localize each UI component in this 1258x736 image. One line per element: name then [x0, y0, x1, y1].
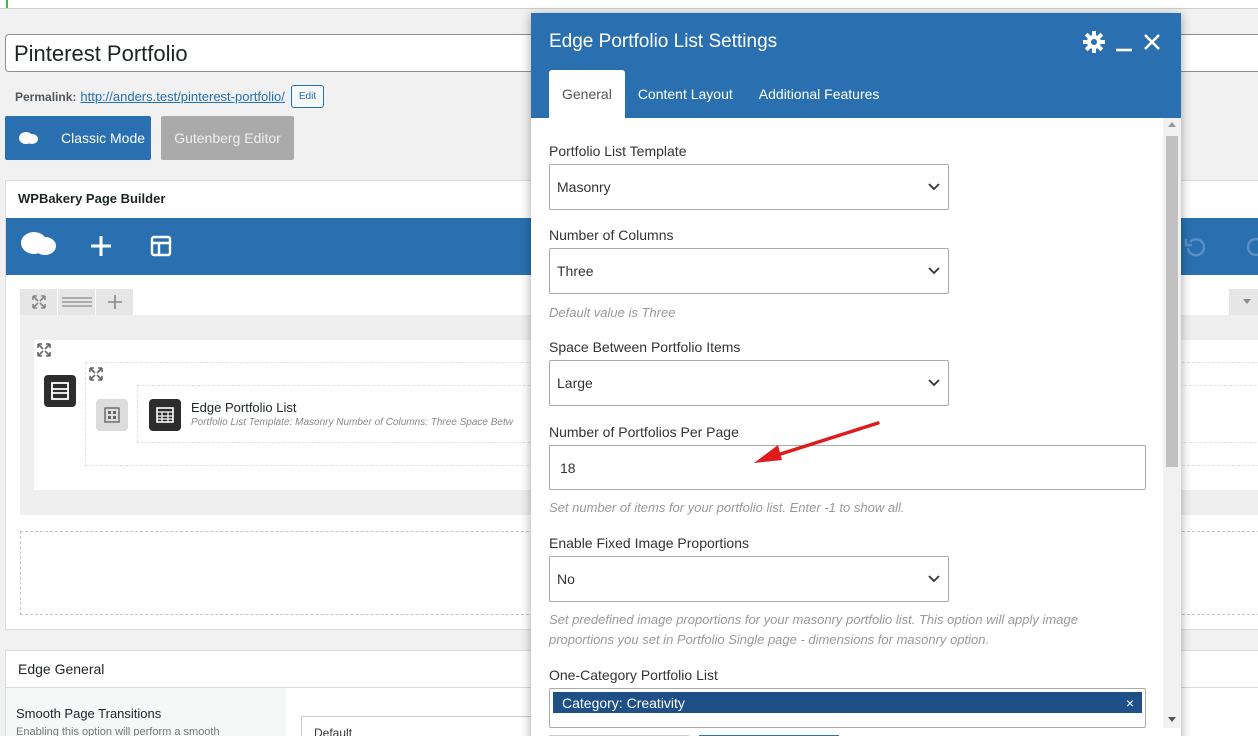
columns-help: Default value is Three [549, 305, 676, 320]
row-drag-icon[interactable] [58, 289, 96, 315]
row-inner-expand-icon[interactable] [37, 343, 51, 357]
space-value: Large [557, 375, 593, 391]
fixed-proportions-select[interactable]: No [549, 556, 949, 602]
space-label: Space Between Portfolio Items [549, 339, 741, 355]
edge-general-title: Edge General [18, 661, 105, 677]
add-element-icon[interactable] [90, 235, 112, 257]
permalink-link[interactable]: http://anders.test/pinterest-portfolio/ [80, 89, 285, 104]
chevron-down-icon [927, 572, 941, 586]
modal-scrollbar-thumb[interactable] [1166, 136, 1178, 467]
category-multiselect[interactable]: Category: Creativity × [549, 688, 1146, 728]
space-select[interactable]: Large [549, 360, 949, 406]
tab-general[interactable]: General [549, 70, 625, 118]
redo-icon[interactable] [1242, 236, 1258, 258]
category-label: One-Category Portfolio List [549, 667, 718, 683]
modal-header-icons [1083, 31, 1161, 53]
section-icon[interactable] [44, 375, 76, 407]
per-page-help: Set number of items for your portfolio l… [549, 500, 905, 515]
fixed-proportions-label: Enable Fixed Image Proportions [549, 535, 749, 551]
gear-icon[interactable] [1083, 31, 1105, 53]
modal-header: Edge Portfolio List Settings General Con… [531, 13, 1181, 118]
row-add-icon[interactable] [96, 289, 134, 315]
row-expand-icon[interactable] [20, 289, 58, 315]
smooth-transitions-desc: Enabling this option will perform a smoo… [16, 726, 220, 736]
annotation-arrow-icon [754, 421, 880, 463]
columns-label: Number of Columns [549, 227, 674, 243]
permalink-label: Permalink: [15, 89, 77, 104]
gutenberg-editor-button[interactable]: Gutenberg Editor [161, 116, 294, 160]
columns-select[interactable]: Three [549, 248, 949, 294]
modal-title: Edge Portfolio List Settings [549, 31, 778, 52]
row-controls [20, 289, 134, 315]
permalink-edit-button[interactable]: Edit [290, 85, 325, 108]
top-strip [0, 0, 1258, 9]
classic-mode-button[interactable]: Classic Mode [5, 116, 151, 160]
chevron-down-icon [927, 264, 941, 278]
column-grid-icon[interactable] [96, 399, 128, 431]
tab-additional-features[interactable]: Additional Features [746, 70, 893, 118]
smooth-transitions-select[interactable]: Default [301, 716, 541, 736]
portfolio-settings-modal: Edge Portfolio List Settings General Con… [531, 13, 1181, 736]
classic-mode-label: Classic Mode [61, 130, 146, 146]
smooth-transitions-label: Smooth Page Transitions [16, 706, 162, 721]
permalink-row: Permalink: http://anders.test/pinterest-… [15, 85, 325, 108]
column-expand-icon[interactable] [89, 367, 103, 381]
fixed-proportions-value: No [557, 571, 575, 587]
category-tag-label: Category: Creativity [562, 694, 685, 711]
modal-tabs: General Content Layout Additional Featur… [549, 70, 892, 118]
template-value: Masonry [557, 179, 611, 195]
undo-icon[interactable] [1184, 236, 1206, 258]
close-icon[interactable] [1143, 31, 1161, 53]
category-tag: Category: Creativity × [553, 692, 1142, 713]
templates-icon[interactable] [150, 235, 172, 257]
template-select[interactable]: Masonry [549, 164, 949, 210]
fixed-proportions-help: Set predefined image proportions for you… [549, 612, 1078, 647]
chevron-down-icon [927, 376, 941, 390]
chevron-down-icon [927, 180, 941, 194]
per-page-label: Number of Portfolios Per Page [549, 424, 739, 440]
element-description: Portfolio List Template: Masonry Number … [191, 417, 513, 428]
element-name: Edge Portfolio List [191, 400, 297, 415]
tag-remove-icon[interactable]: × [1126, 695, 1134, 711]
portfolio-list-icon [149, 399, 181, 431]
wpbakery-logo-icon [19, 132, 38, 144]
columns-value: Three [557, 263, 594, 279]
row-dropdown-icon[interactable] [1229, 289, 1258, 315]
wpbakery-title: WPBakery Page Builder [18, 191, 166, 206]
template-label: Portfolio List Template [549, 143, 687, 159]
minimize-icon[interactable] [1115, 31, 1133, 53]
tab-content-layout[interactable]: Content Layout [625, 70, 746, 118]
wpbakery-logo-icon[interactable] [20, 231, 58, 259]
